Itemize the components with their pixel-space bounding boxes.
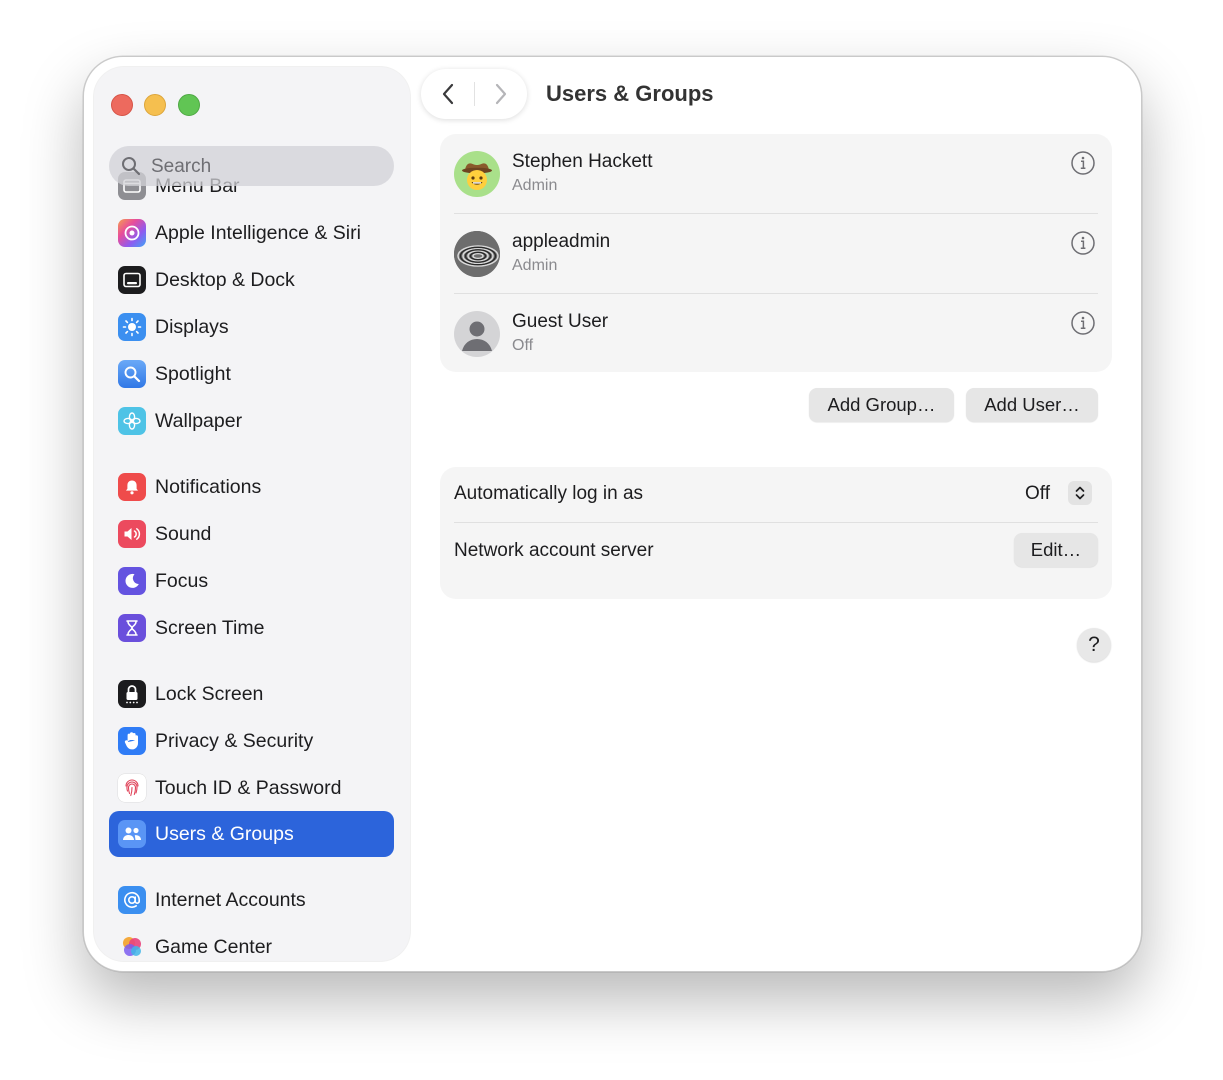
sidebar-item-apple-intelligence[interactable]: Apple Intelligence & Siri — [109, 210, 394, 256]
desktop-dock-icon — [118, 266, 146, 294]
sidebar-item-label: Internet Accounts — [155, 888, 306, 911]
row-divider — [454, 522, 1098, 523]
sound-icon — [118, 520, 146, 548]
sidebar-item-label: Wallpaper — [155, 409, 243, 432]
back-button[interactable] — [421, 69, 474, 119]
user-name: Stephen Hackett — [512, 151, 653, 172]
sidebar-item-notifications[interactable]: Notifications — [109, 464, 394, 510]
sidebar-item-touch-id[interactable]: Touch ID & Password — [109, 765, 394, 811]
notifications-icon — [118, 473, 146, 501]
sidebar-item-label: Privacy & Security — [155, 729, 314, 752]
up-down-chevron-icon — [1075, 486, 1085, 500]
sidebar-item-label: Users & Groups — [155, 822, 294, 845]
help-button[interactable]: ? — [1077, 628, 1111, 662]
displays-icon — [118, 313, 146, 341]
sidebar-item-displays[interactable]: Displays — [109, 304, 394, 350]
auto-login-value[interactable]: Off — [1025, 483, 1050, 505]
auto-login-popup[interactable] — [1068, 481, 1092, 505]
user-name: Guest User — [512, 311, 609, 332]
add-group-button[interactable]: Add Group… — [809, 388, 954, 422]
users-list: Stephen Hackett Admin appleadmin Admin G… — [440, 134, 1112, 372]
sidebar-item-label: Screen Time — [155, 616, 265, 639]
search-icon — [122, 157, 141, 176]
sidebar-item-label: Apple Intelligence & Siri — [155, 221, 361, 244]
cowboy-emoji-avatar — [454, 151, 500, 197]
lock-screen-icon — [118, 680, 146, 708]
sidebar-item-label: Focus — [155, 569, 209, 592]
sidebar-item-spotlight[interactable]: Spotlight — [109, 351, 394, 397]
minimize-window-button[interactable] — [144, 94, 166, 116]
sidebar-item-label: Lock Screen — [155, 682, 264, 705]
sidebar-item-game-center[interactable]: Game Center — [109, 924, 394, 961]
user-row[interactable]: Guest User Off — [440, 294, 1112, 374]
sidebar-item-internet-accounts[interactable]: Internet Accounts — [109, 877, 394, 923]
fingerprint-icon — [118, 774, 146, 802]
swirl-photo-avatar — [454, 231, 500, 277]
user-role: Admin — [512, 257, 558, 274]
info-icon[interactable] — [1070, 310, 1096, 336]
privacy-hand-icon — [118, 727, 146, 755]
sidebar-item-label: Desktop & Dock — [155, 268, 295, 291]
close-window-button[interactable] — [111, 94, 133, 116]
edit-network-server-button[interactable]: Edit… — [1014, 533, 1098, 567]
screen-time-icon — [118, 614, 146, 642]
navigation-controls — [421, 69, 527, 119]
user-row[interactable]: Stephen Hackett Admin — [440, 134, 1112, 214]
focus-icon — [118, 567, 146, 595]
sidebar: Menu Bar Apple Intelligence & Siri Deskt… — [94, 67, 410, 961]
sidebar-item-wallpaper[interactable]: Wallpaper — [109, 398, 394, 444]
sidebar-item-label: Game Center — [155, 935, 273, 958]
sidebar-item-lock-screen[interactable]: Lock Screen — [109, 671, 394, 717]
game-center-icon — [118, 933, 146, 961]
login-settings: Automatically log in as Off Network acco… — [440, 467, 1112, 599]
add-user-button[interactable]: Add User… — [966, 388, 1098, 422]
sidebar-item-label: Sound — [155, 522, 212, 545]
sidebar-item-screen-time[interactable]: Screen Time — [109, 605, 394, 651]
page-title: Users & Groups — [546, 81, 714, 106]
sidebar-item-focus[interactable]: Focus — [109, 558, 394, 604]
info-icon[interactable] — [1070, 230, 1096, 256]
info-icon[interactable] — [1070, 150, 1096, 176]
zoom-window-button[interactable] — [178, 94, 200, 116]
spotlight-icon — [118, 360, 146, 388]
sidebar-item-label: Displays — [155, 315, 229, 338]
sidebar-search[interactable] — [109, 146, 394, 186]
user-role: Off — [512, 337, 534, 354]
sidebar-item-label: Touch ID & Password — [155, 776, 342, 799]
chevron-left-icon — [442, 83, 453, 105]
user-name: appleadmin — [512, 231, 611, 252]
sidebar-item-label: Notifications — [155, 475, 262, 498]
auto-login-label: Automatically log in as — [454, 483, 644, 504]
sidebar-item-privacy-security[interactable]: Privacy & Security — [109, 718, 394, 764]
search-input[interactable] — [149, 152, 383, 182]
apple-intelligence-icon — [118, 219, 146, 247]
at-sign-icon — [118, 886, 146, 914]
sidebar-item-desktop-dock[interactable]: Desktop & Dock — [109, 257, 394, 303]
settings-window: Menu Bar Apple Intelligence & Siri Deskt… — [83, 56, 1142, 972]
sidebar-item-users-groups[interactable]: Users & Groups — [109, 811, 394, 857]
user-row[interactable]: appleadmin Admin — [440, 214, 1112, 294]
chevron-right-icon — [495, 83, 506, 105]
sidebar-item-label: Spotlight — [155, 362, 231, 385]
wallpaper-icon — [118, 407, 146, 435]
forward-button[interactable] — [474, 69, 527, 119]
user-role: Admin — [512, 177, 558, 194]
guest-silhouette-avatar — [454, 311, 500, 357]
users-icon — [118, 820, 146, 848]
sidebar-item-sound[interactable]: Sound — [109, 511, 394, 557]
network-server-label: Network account server — [454, 540, 654, 561]
